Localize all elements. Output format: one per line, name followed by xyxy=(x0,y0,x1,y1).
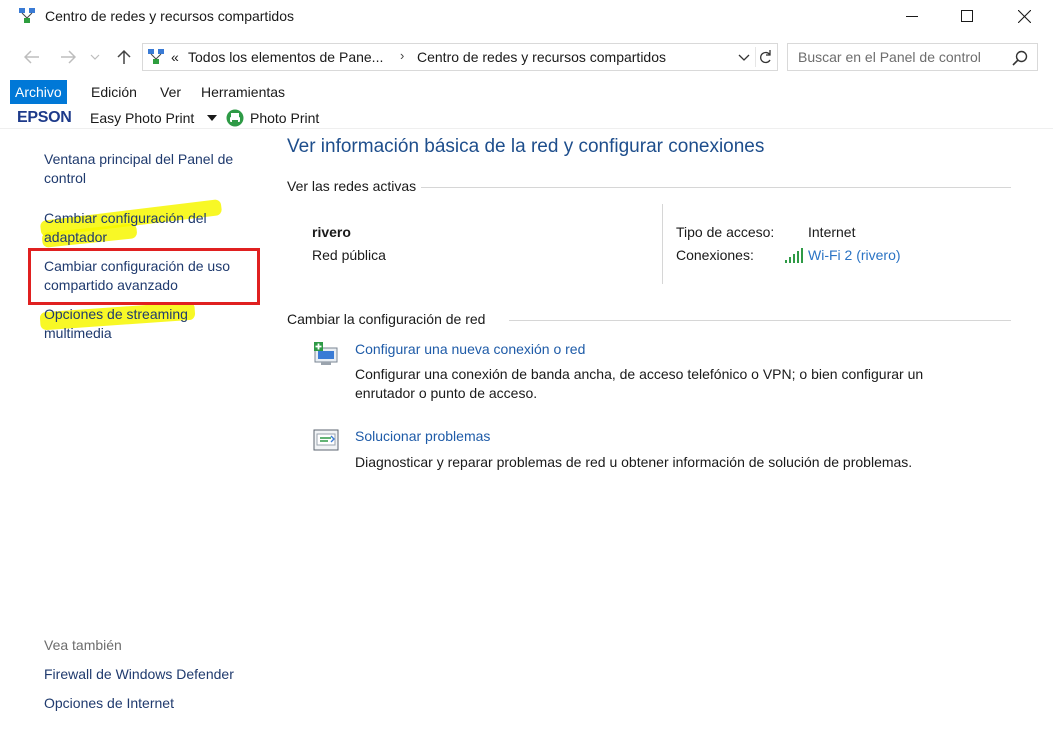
nav-windows-defender-firewall[interactable]: Firewall de Windows Defender xyxy=(44,665,264,684)
nav-control-panel-home[interactable]: Ventana principal del Panel de control xyxy=(44,150,264,188)
close-icon xyxy=(1017,9,1031,23)
section-divider xyxy=(509,320,1011,321)
minimize-button[interactable] xyxy=(889,0,935,32)
access-type-value: Internet xyxy=(808,224,856,240)
chevron-down-icon xyxy=(738,54,750,61)
photo-print-icon[interactable] xyxy=(226,109,244,127)
nav-change-adapter-settings[interactable]: Cambiar configuración del adaptador xyxy=(44,209,264,247)
nav-control-panel-home-line1: Ventana principal del Panel de xyxy=(44,151,234,167)
network-center-icon xyxy=(148,49,164,64)
troubleshoot-problems-link[interactable]: Solucionar problemas xyxy=(355,428,490,444)
troubleshoot-problems-description: Diagnosticar y reparar problemas de red … xyxy=(355,454,913,470)
refresh-icon xyxy=(760,50,771,64)
nav-control-panel-home-line2: control xyxy=(44,170,87,186)
epson-toolbar: EPSON Easy Photo Print Photo Print xyxy=(0,106,1053,130)
refresh-button[interactable] xyxy=(755,47,775,67)
breadcrumb-overflow[interactable]: « xyxy=(171,49,179,65)
recent-locations-button[interactable] xyxy=(88,46,102,68)
easy-photo-print-button[interactable]: Easy Photo Print xyxy=(90,110,194,126)
change-settings-heading: Cambiar la configuración de red xyxy=(287,311,486,327)
nav-media-streaming-options-line2: multimedia xyxy=(44,325,112,341)
setup-new-connection-link[interactable]: Configurar una nueva conexión o red xyxy=(355,341,585,357)
nav-change-adapter-settings-line1: Cambiar configuración del xyxy=(44,210,207,226)
setup-new-connection-description-line2: enrutador o punto de acceso. xyxy=(355,385,538,401)
nav-change-adapter-settings-line2: adaptador xyxy=(44,229,108,245)
address-row: « Todos los elementos de Pane... › Centr… xyxy=(0,40,1053,74)
epson-logo: EPSON xyxy=(17,109,72,126)
breadcrumb-all-control-panel[interactable]: Todos los elementos de Pane... xyxy=(188,49,383,65)
arrow-up-icon xyxy=(117,49,131,64)
see-also-heading: Vea también xyxy=(44,637,122,653)
search-icon xyxy=(1012,50,1028,66)
nav-internet-options[interactable]: Opciones de Internet xyxy=(44,694,264,713)
wifi-connection-link[interactable]: Wi-Fi 2 (rivero) xyxy=(808,247,901,263)
back-button[interactable] xyxy=(22,46,42,68)
title-bar: Centro de redes y recursos compartidos xyxy=(0,0,1053,34)
arrow-left-icon xyxy=(24,50,39,64)
nav-media-streaming-options-line1: Opciones de streaming xyxy=(44,306,188,322)
search-placeholder: Buscar en el Panel de control xyxy=(798,49,981,65)
photo-print-button[interactable]: Photo Print xyxy=(250,110,319,126)
connections-label: Conexiones: xyxy=(676,247,754,263)
nav-media-streaming-options[interactable]: Opciones de streaming multimedia xyxy=(44,305,264,343)
left-navigation: Ventana principal del Panel de control C… xyxy=(0,130,275,734)
active-networks-heading: Ver las redes activas xyxy=(287,178,417,194)
network-divider xyxy=(662,204,663,284)
wifi-signal-icon xyxy=(785,248,803,263)
setup-new-connection-description: Configurar una conexión de banda ancha, … xyxy=(355,365,985,403)
menu-herramientas[interactable]: Herramientas xyxy=(196,80,290,104)
network-type-link[interactable]: Red pública xyxy=(312,247,386,263)
maximize-icon xyxy=(961,10,973,22)
maximize-button[interactable] xyxy=(944,0,990,32)
address-bar[interactable]: « Todos los elementos de Pane... › Centr… xyxy=(142,43,778,71)
menu-archivo[interactable]: Archivo xyxy=(10,80,67,104)
window-title: Centro de redes y recursos compartidos xyxy=(45,8,294,24)
minimize-icon xyxy=(906,16,918,17)
page-title: Ver información básica de la red y confi… xyxy=(287,136,765,157)
section-divider xyxy=(421,187,1011,188)
network-center-icon xyxy=(19,8,35,23)
close-button[interactable] xyxy=(1001,0,1047,32)
menu-ver[interactable]: Ver xyxy=(155,80,186,104)
setup-new-connection-description-line1: Configurar una conexión de banda ancha, … xyxy=(355,366,924,382)
new-connection-icon[interactable] xyxy=(311,340,341,370)
arrow-right-icon xyxy=(61,50,76,64)
main-content: Ver información básica de la red y confi… xyxy=(287,130,1027,734)
annotation-red-box xyxy=(28,248,260,305)
toolbar-divider xyxy=(0,128,1053,129)
search-input[interactable]: Buscar en el Panel de control xyxy=(787,43,1038,71)
breadcrumb-network-center[interactable]: Centro de redes y recursos compartidos xyxy=(417,49,666,65)
troubleshoot-icon[interactable] xyxy=(311,426,341,456)
chevron-down-icon xyxy=(90,54,100,60)
address-history-button[interactable] xyxy=(735,47,753,67)
caret-down-icon[interactable] xyxy=(207,115,217,121)
access-type-label: Tipo de acceso: xyxy=(676,224,775,240)
up-button[interactable] xyxy=(114,46,134,68)
network-name: rivero xyxy=(312,224,351,240)
forward-button[interactable] xyxy=(58,46,78,68)
menu-edicion[interactable]: Edición xyxy=(86,80,142,104)
breadcrumb-separator[interactable]: › xyxy=(400,48,404,63)
